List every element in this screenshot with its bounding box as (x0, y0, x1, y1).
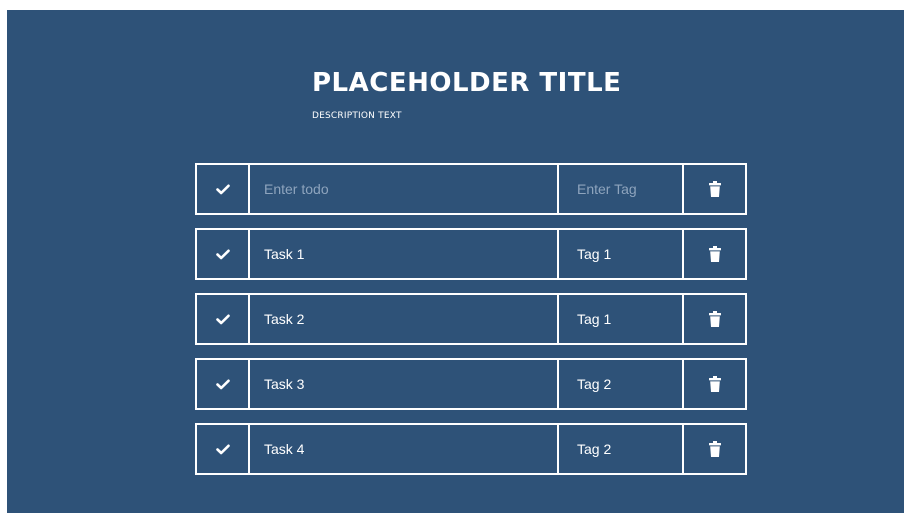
task-cell: Task 3 (248, 358, 559, 410)
complete-task-button[interactable] (195, 228, 250, 280)
task-cell: Task 2 (248, 293, 559, 345)
complete-task-button[interactable] (195, 293, 250, 345)
todo-row: Task 4 Tag 2 (195, 423, 749, 475)
task-tag: Tag 2 (577, 441, 612, 457)
delete-task-button[interactable] (682, 423, 747, 475)
todo-app: PLACEHOLDER TITLE DESCRIPTION TEXT Enter… (7, 10, 904, 513)
task-cell: Task 1 (248, 228, 559, 280)
tag-cell: Tag 2 (557, 423, 684, 475)
check-icon (215, 444, 230, 455)
add-todo-button[interactable] (195, 163, 250, 215)
todo-input[interactable] (264, 181, 557, 197)
tag-input[interactable] (577, 181, 682, 197)
check-icon (215, 314, 230, 325)
page-title: PLACEHOLDER TITLE (312, 68, 622, 98)
complete-task-button[interactable] (195, 358, 250, 410)
page-description: DESCRIPTION TEXT (312, 111, 402, 121)
trash-icon (708, 246, 721, 262)
todo-row: Task 3 Tag 2 (195, 358, 749, 410)
trash-icon (708, 376, 721, 392)
tag-cell: Tag 1 (557, 293, 684, 345)
todo-row: Task 2 Tag 1 (195, 293, 749, 345)
task-tag: Tag 1 (577, 311, 612, 327)
check-icon (215, 184, 230, 195)
trash-icon (708, 181, 721, 197)
complete-task-button[interactable] (195, 423, 250, 475)
trash-icon (708, 441, 721, 457)
check-icon (215, 249, 230, 260)
new-todo-row (195, 163, 749, 215)
task-label: Task 4 (264, 441, 305, 457)
delete-task-button[interactable] (682, 228, 747, 280)
delete-task-button[interactable] (682, 358, 747, 410)
task-label: Task 3 (264, 376, 305, 392)
task-tag: Tag 2 (577, 376, 612, 392)
header: PLACEHOLDER TITLE DESCRIPTION TEXT (312, 66, 621, 121)
check-icon (215, 379, 230, 390)
clear-input-button[interactable] (682, 163, 747, 215)
tag-cell: Tag 1 (557, 228, 684, 280)
todo-list: Task 1 Tag 1 Task 2 Tag 1 (195, 163, 749, 488)
tag-cell: Tag 2 (557, 358, 684, 410)
task-label: Task 1 (264, 246, 305, 262)
todo-input-cell (248, 163, 559, 215)
task-tag: Tag 1 (577, 246, 612, 262)
delete-task-button[interactable] (682, 293, 747, 345)
task-label: Task 2 (264, 311, 305, 327)
tag-input-cell (557, 163, 684, 215)
todo-row: Task 1 Tag 1 (195, 228, 749, 280)
task-cell: Task 4 (248, 423, 559, 475)
trash-icon (708, 311, 721, 327)
